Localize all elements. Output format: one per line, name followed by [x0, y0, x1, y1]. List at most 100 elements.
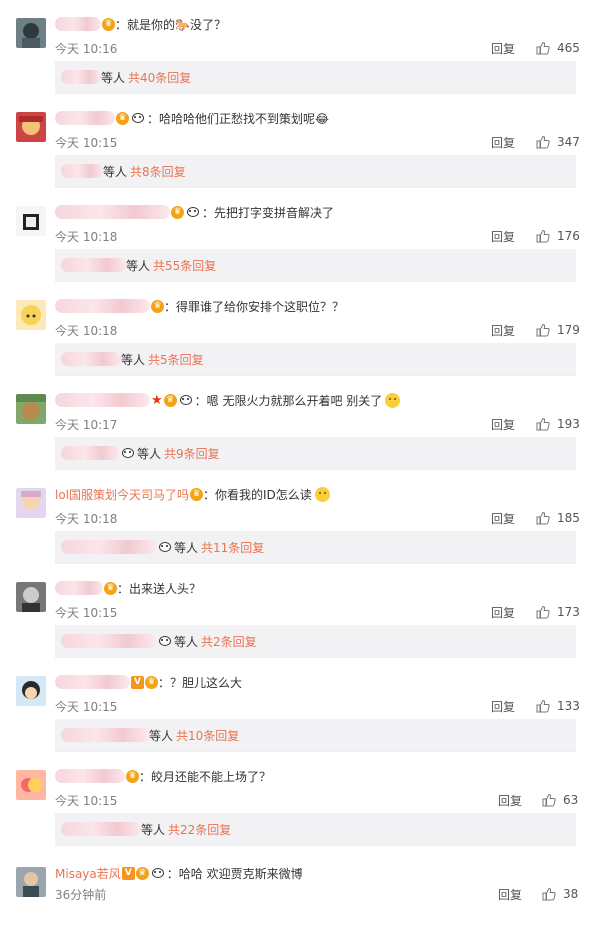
replies-summary[interactable]: 等人 共5条回复 [55, 343, 576, 375]
crown-badge-icon: ♛ [145, 675, 158, 689]
panda-icon [151, 867, 165, 879]
comment-item: V ♛ ：？胆儿这么大今天 10:15 回复 133 等人 共10条回复 [0, 658, 593, 752]
like-button[interactable]: 465 [536, 40, 580, 56]
replies-count-link[interactable]: 共2条回复 [201, 633, 257, 650]
replies-count-link[interactable]: 共11条回复 [201, 539, 264, 556]
crown-badge-icon: ♛ [126, 769, 139, 783]
replies-count-link[interactable]: 共22条回复 [168, 821, 231, 838]
replies-count-link[interactable]: 共5条回复 [148, 351, 204, 368]
panda-icon [121, 447, 135, 459]
like-count: 38 [563, 887, 579, 901]
avatar[interactable] [16, 394, 46, 424]
username-redacted[interactable] [55, 111, 115, 125]
replies-count-link[interactable]: 共10条回复 [176, 727, 239, 744]
avatar[interactable] [16, 112, 46, 142]
comment-time: 今天 10:18 [55, 230, 118, 244]
verified-v-icon: V [121, 866, 135, 880]
replies-summary[interactable]: 等人 共9条回复 [55, 437, 576, 469]
crown-badge-icon: ♛ [171, 205, 184, 219]
replies-summary[interactable]: 等人 共55条回复 [55, 249, 576, 281]
replies-etc-label: 等人 [174, 634, 199, 649]
avatar[interactable] [16, 867, 46, 897]
username-redacted[interactable] [55, 299, 150, 313]
reply-button[interactable]: 回复 [498, 792, 522, 809]
comment-time: 今天 10:15 [55, 700, 118, 714]
thumbs-up-icon [542, 793, 563, 807]
username-redacted[interactable] [55, 675, 130, 689]
username-redacted[interactable] [55, 393, 150, 407]
comment-line: Misaya若风 V ♛ ：哈哈 欢迎贾克斯来微博 [55, 863, 303, 883]
comment-line: ♛ ：得罪谁了给你安排个这职位？？ [55, 296, 344, 316]
emoji-icon [385, 392, 401, 408]
verified-v-icon: V [131, 675, 144, 689]
thumbs-up-icon [536, 323, 557, 337]
like-button[interactable]: 185 [536, 510, 580, 526]
panda-icon [131, 112, 145, 124]
comment-item: ♛ ：得罪谁了给你安排个这职位？？ 今天 10:18 回复 179 等人 共5条回复 [0, 282, 593, 376]
replies-summary[interactable]: 等人 共11条回复 [55, 531, 576, 563]
replies-count-link[interactable]: 共40条回复 [128, 69, 191, 86]
username-redacted[interactable] [55, 581, 103, 595]
crown-badge-icon: ♛ [104, 581, 117, 595]
like-button[interactable]: 176 [536, 228, 580, 244]
like-count: 347 [557, 135, 580, 149]
comment-line: ★ ♛ ：嗯 无限火力就那么开着吧 别关了 [55, 390, 401, 410]
username-redacted[interactable] [55, 17, 101, 31]
comment-item: ♛ ：皎月还能不能上场了？ 今天 10:15 回复 63 等人 共22条回复 [0, 752, 593, 846]
comment-text: ：？胆儿这么大 [158, 675, 243, 690]
reply-button[interactable]: 回复 [491, 510, 515, 527]
comment-text: ：你看我的ID怎么读 [203, 487, 312, 502]
comment-item: ♛ ：就是你的🐎没了？ 今天 10:16 回复 465 等人 共40条回复 [0, 0, 593, 94]
like-button[interactable]: 179 [536, 322, 580, 338]
username-redacted[interactable] [55, 769, 125, 783]
reply-button[interactable]: 回复 [491, 604, 515, 621]
like-button[interactable]: 133 [536, 698, 580, 714]
reply-button[interactable]: 回复 [491, 416, 515, 433]
reply-button[interactable]: 回复 [491, 322, 515, 339]
like-count: 185 [557, 511, 580, 525]
avatar[interactable] [16, 300, 46, 330]
star-icon: ★ [151, 392, 163, 408]
like-button[interactable]: 63 [542, 792, 578, 808]
crown-badge-icon: ♛ [190, 487, 204, 501]
comment-text: ：出来送人头？ [117, 581, 202, 596]
like-button[interactable]: 173 [536, 604, 580, 620]
like-button[interactable]: 38 [542, 886, 578, 902]
comment-time: 36分钟前 [55, 888, 107, 902]
avatar[interactable] [16, 206, 46, 236]
avatar[interactable] [16, 770, 46, 800]
avatar[interactable] [16, 18, 46, 48]
replies-count-link[interactable]: 共9条回复 [164, 445, 220, 462]
username-redacted[interactable] [55, 205, 170, 219]
reply-button[interactable]: 回复 [498, 886, 522, 903]
avatar[interactable] [16, 582, 46, 612]
replies-summary[interactable]: 等人 共40条回复 [55, 61, 576, 93]
comment-time: 今天 10:16 [55, 42, 118, 56]
like-button[interactable]: 193 [536, 416, 580, 432]
replies-summary[interactable]: 等人 共8条回复 [55, 155, 576, 187]
replies-summary[interactable]: 等人 共10条回复 [55, 719, 576, 751]
replies-summary[interactable]: 等人 共2条回复 [55, 625, 576, 657]
repliers-redacted [61, 822, 141, 836]
username-link[interactable]: Misaya若风 [55, 865, 121, 882]
replies-count-link[interactable]: 共55条回复 [153, 257, 216, 274]
reply-button[interactable]: 回复 [491, 134, 515, 151]
emoji-icon [314, 486, 330, 502]
comment-text: ：得罪谁了给你安排个这职位？？ [164, 299, 345, 314]
avatar[interactable] [16, 676, 46, 706]
like-button[interactable]: 347 [536, 134, 580, 150]
repliers-redacted [61, 70, 101, 84]
replies-count-link[interactable]: 共8条回复 [130, 163, 186, 180]
username-link[interactable]: lol国服策划今天司马了吗 [55, 486, 189, 503]
crown-badge-icon: ♛ [135, 866, 149, 880]
crown-badge-icon: ♛ [163, 393, 177, 407]
reply-button[interactable]: 回复 [491, 698, 515, 715]
crown-badge-icon: ♛ [151, 299, 164, 313]
like-count: 179 [557, 323, 580, 337]
comment-line: lol国服策划今天司马了吗 ♛ ：你看我的ID怎么读 [55, 484, 330, 504]
crown-badge-icon: ♛ [116, 111, 129, 125]
reply-button[interactable]: 回复 [491, 228, 515, 245]
replies-summary[interactable]: 等人 共22条回复 [55, 813, 576, 845]
reply-button[interactable]: 回复 [491, 40, 515, 57]
avatar[interactable] [16, 488, 46, 518]
